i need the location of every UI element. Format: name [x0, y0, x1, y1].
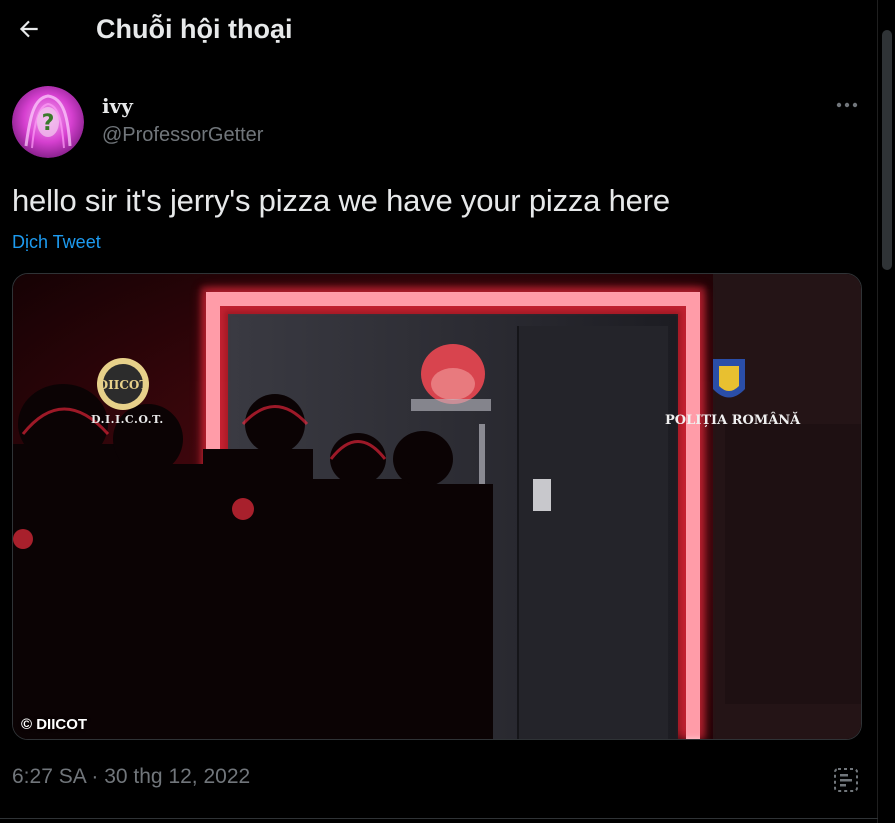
scrollbar-thumb[interactable] — [882, 30, 892, 270]
scrollbar[interactable] — [877, 0, 895, 823]
more-options-button[interactable] — [832, 92, 862, 118]
tweet-text: hello sir it's jerry's pizza we have you… — [12, 183, 670, 218]
author-handle[interactable]: @ProfessorGetter — [102, 124, 263, 147]
media-credit: © DIICOT — [21, 716, 88, 733]
avatar[interactable]: ? — [12, 86, 84, 158]
diicot-logo-label: D.I.I.C.O.T. — [91, 413, 164, 426]
page-title: Chuỗi hội thoại — [96, 14, 293, 44]
more-dots-icon — [836, 102, 858, 108]
svg-text:?: ? — [42, 111, 55, 136]
analytics-button[interactable] — [830, 764, 862, 796]
author-display-name[interactable]: ivy — [102, 94, 133, 118]
top-header: Chuỗi hội thoại — [0, 0, 878, 58]
tweet-video[interactable]: DIICOT D.I.I.C.O.T. POLIȚIA ROMÂNĂ © DII… — [12, 273, 862, 740]
translate-tweet-link[interactable]: Dịch Tweet — [12, 232, 101, 253]
divider — [0, 818, 878, 819]
video-frame: DIICOT — [13, 274, 861, 739]
svg-text:DIICOT: DIICOT — [98, 378, 149, 392]
arrow-left-icon — [19, 20, 38, 38]
politia-logo-label: POLIȚIA ROMÂNĂ — [665, 413, 801, 428]
tweet-timestamp[interactable]: 6:27 SA · 30 thg 12, 2022 — [12, 765, 250, 789]
question-mark-avatar-icon: ? — [12, 86, 84, 158]
analytics-icon — [834, 768, 858, 792]
back-button[interactable] — [14, 14, 44, 44]
